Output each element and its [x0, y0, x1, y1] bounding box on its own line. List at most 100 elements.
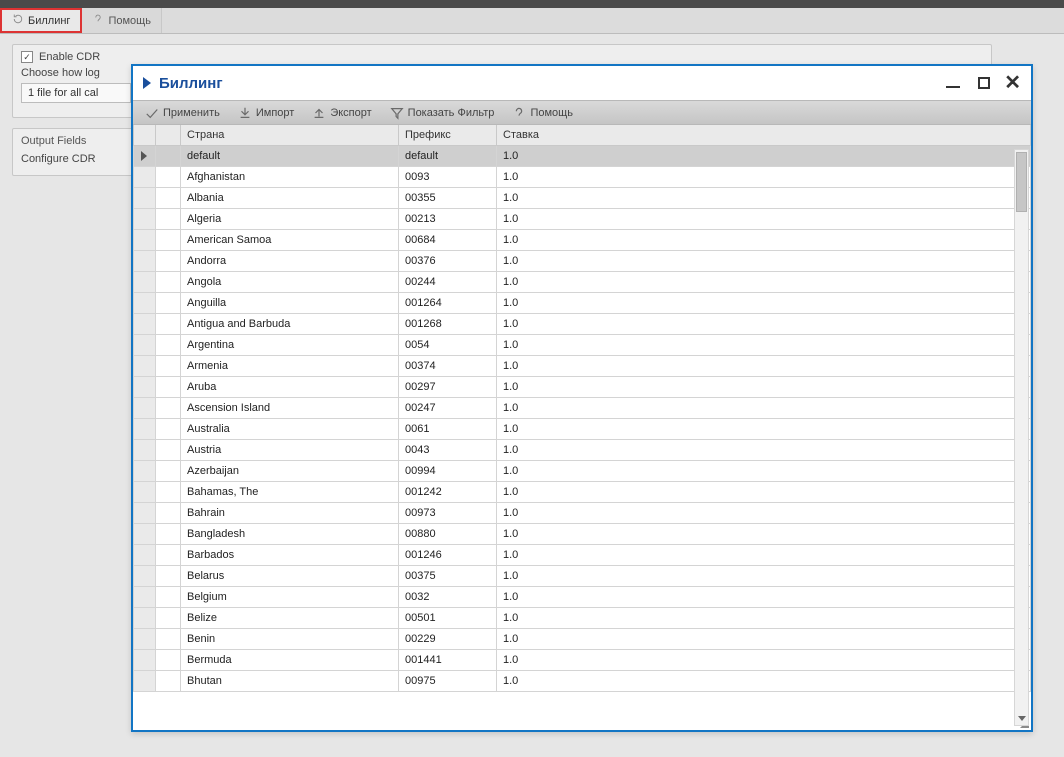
row-indicator[interactable]	[134, 565, 156, 586]
table-row[interactable]: Bermuda0014411.0	[134, 649, 1031, 670]
row-indicator[interactable]	[134, 544, 156, 565]
table-row[interactable]: Antigua and Barbuda0012681.0	[134, 313, 1031, 334]
row-indicator[interactable]	[134, 250, 156, 271]
cell-rate[interactable]: 1.0	[497, 502, 1031, 523]
row-indicator[interactable]	[134, 376, 156, 397]
cell-country[interactable]: American Samoa	[181, 229, 399, 250]
cell-prefix[interactable]: 00376	[399, 250, 497, 271]
table-row[interactable]: Austria00431.0	[134, 439, 1031, 460]
show-filter-button[interactable]: Показать Фильтр	[382, 104, 503, 122]
table-row[interactable]: Azerbaijan009941.0	[134, 460, 1031, 481]
cell-prefix[interactable]: 00213	[399, 208, 497, 229]
cell-country[interactable]: Australia	[181, 418, 399, 439]
cell-country[interactable]: Angola	[181, 271, 399, 292]
cell-rate[interactable]: 1.0	[497, 229, 1031, 250]
row-indicator[interactable]	[134, 271, 156, 292]
cell-prefix[interactable]: default	[399, 145, 497, 166]
cell-rate[interactable]: 1.0	[497, 355, 1031, 376]
cell-country[interactable]: Bermuda	[181, 649, 399, 670]
row-indicator[interactable]	[134, 208, 156, 229]
row-indicator[interactable]	[134, 334, 156, 355]
table-row[interactable]: Anguilla0012641.0	[134, 292, 1031, 313]
table-row[interactable]: Barbados0012461.0	[134, 544, 1031, 565]
row-indicator[interactable]	[134, 166, 156, 187]
column-prefix[interactable]: Префикс	[399, 125, 497, 145]
cell-country[interactable]: Argentina	[181, 334, 399, 355]
vertical-scrollbar[interactable]	[1014, 149, 1029, 726]
column-country[interactable]: Страна	[181, 125, 399, 145]
tab-billing[interactable]: Биллинг	[0, 8, 82, 33]
cell-rate[interactable]: 1.0	[497, 187, 1031, 208]
row-indicator[interactable]	[134, 670, 156, 691]
cell-prefix[interactable]: 001441	[399, 649, 497, 670]
table-row[interactable]: Ascension Island002471.0	[134, 397, 1031, 418]
row-indicator[interactable]	[134, 439, 156, 460]
cell-country[interactable]: Algeria	[181, 208, 399, 229]
row-indicator[interactable]	[134, 628, 156, 649]
row-indicator[interactable]	[134, 397, 156, 418]
row-indicator[interactable]	[134, 418, 156, 439]
billing-table[interactable]: Страна Префикс Ставка defaultdefault1.0A…	[133, 125, 1031, 692]
cell-country[interactable]: Armenia	[181, 355, 399, 376]
table-row[interactable]: Andorra003761.0	[134, 250, 1031, 271]
cell-rate[interactable]: 1.0	[497, 649, 1031, 670]
table-row[interactable]: Armenia003741.0	[134, 355, 1031, 376]
export-button[interactable]: Экспорт	[304, 104, 379, 122]
cell-country[interactable]: default	[181, 145, 399, 166]
cell-rate[interactable]: 1.0	[497, 586, 1031, 607]
cell-rate[interactable]: 1.0	[497, 481, 1031, 502]
cell-rate[interactable]: 1.0	[497, 628, 1031, 649]
table-row[interactable]: Belgium00321.0	[134, 586, 1031, 607]
cell-prefix[interactable]: 00994	[399, 460, 497, 481]
row-indicator[interactable]	[134, 649, 156, 670]
table-row[interactable]: Algeria002131.0	[134, 208, 1031, 229]
cell-rate[interactable]: 1.0	[497, 376, 1031, 397]
row-indicator[interactable]	[134, 460, 156, 481]
cell-rate[interactable]: 1.0	[497, 397, 1031, 418]
cell-country[interactable]: Andorra	[181, 250, 399, 271]
column-rate[interactable]: Ставка	[497, 125, 1031, 145]
cell-rate[interactable]: 1.0	[497, 250, 1031, 271]
cell-rate[interactable]: 1.0	[497, 565, 1031, 586]
cell-prefix[interactable]: 00297	[399, 376, 497, 397]
table-row[interactable]: Afghanistan00931.0	[134, 166, 1031, 187]
table-row[interactable]: Bahrain009731.0	[134, 502, 1031, 523]
cell-country[interactable]: Bahamas, The	[181, 481, 399, 502]
cell-prefix[interactable]: 00973	[399, 502, 497, 523]
cell-rate[interactable]: 1.0	[497, 607, 1031, 628]
cell-prefix[interactable]: 00975	[399, 670, 497, 691]
cell-country[interactable]: Belize	[181, 607, 399, 628]
toolbar-help-button[interactable]: Помощь	[504, 104, 581, 122]
table-row[interactable]: Belize005011.0	[134, 607, 1031, 628]
cell-prefix[interactable]: 001268	[399, 313, 497, 334]
cell-rate[interactable]: 1.0	[497, 439, 1031, 460]
cell-prefix[interactable]: 0032	[399, 586, 497, 607]
row-indicator-header[interactable]	[134, 125, 156, 145]
cell-country[interactable]: Bhutan	[181, 670, 399, 691]
cell-rate[interactable]: 1.0	[497, 313, 1031, 334]
cell-rate[interactable]: 1.0	[497, 271, 1031, 292]
apply-button[interactable]: Применить	[137, 104, 228, 122]
table-row[interactable]: Bahamas, The0012421.0	[134, 481, 1031, 502]
cell-country[interactable]: Austria	[181, 439, 399, 460]
cell-rate[interactable]: 1.0	[497, 208, 1031, 229]
cell-prefix[interactable]: 00355	[399, 187, 497, 208]
row-indicator[interactable]	[134, 313, 156, 334]
cell-prefix[interactable]: 0054	[399, 334, 497, 355]
table-row[interactable]: Albania003551.0	[134, 187, 1031, 208]
row-indicator[interactable]	[134, 145, 156, 166]
cell-prefix[interactable]: 0043	[399, 439, 497, 460]
table-row[interactable]: Bangladesh008801.0	[134, 523, 1031, 544]
cell-prefix[interactable]: 00684	[399, 229, 497, 250]
log-mode-select[interactable]: 1 file for all cal	[21, 83, 131, 103]
cell-country[interactable]: Albania	[181, 187, 399, 208]
cell-country[interactable]: Barbados	[181, 544, 399, 565]
cell-rate[interactable]: 1.0	[497, 460, 1031, 481]
table-row[interactable]: Aruba002971.0	[134, 376, 1031, 397]
table-row[interactable]: Benin002291.0	[134, 628, 1031, 649]
row-indicator[interactable]	[134, 523, 156, 544]
cell-prefix[interactable]: 001242	[399, 481, 497, 502]
row-indicator[interactable]	[134, 607, 156, 628]
cell-rate[interactable]: 1.0	[497, 418, 1031, 439]
cell-rate[interactable]: 1.0	[497, 670, 1031, 691]
